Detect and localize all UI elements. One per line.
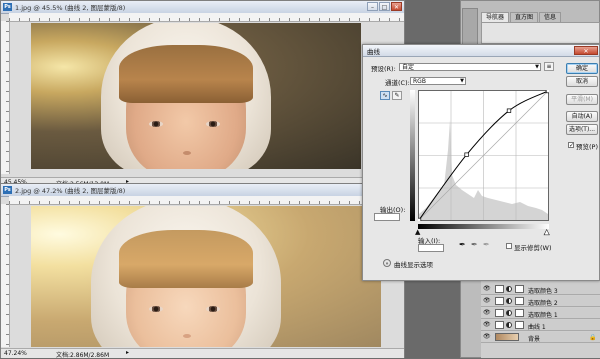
lock-icon: 🔒 (589, 334, 597, 341)
channel-select[interactable]: RGB ▼ (410, 77, 466, 85)
cancel-button[interactable]: 取消 (566, 76, 598, 87)
layer-mask-thumb (515, 297, 524, 305)
layer-name: 选取颜色 3 (528, 288, 558, 295)
vertical-ruler (1, 21, 10, 174)
layer-name: 选取颜色 1 (528, 312, 558, 319)
white-eyedropper-icon[interactable]: ✒ (483, 240, 490, 249)
smooth-button[interactable]: 平滑(M) (566, 94, 598, 105)
adjustment-icon (506, 322, 512, 328)
curve-graph[interactable] (418, 90, 549, 221)
layer-thumb (495, 297, 504, 305)
layer-name: 背景 (528, 336, 541, 343)
maximize-icon[interactable]: □ (379, 2, 390, 11)
horizontal-ruler (9, 196, 404, 205)
bangs (119, 45, 253, 103)
visibility-eye-icon[interactable]: 👁 (483, 286, 491, 292)
preview-label: 预览(P) (576, 143, 598, 151)
preset-options-icon[interactable]: ≡ (544, 62, 554, 71)
document-2-title: 2.jpg @ 47.2% (曲线 2, 图层蒙版/8) (15, 187, 126, 195)
status-menu-arrow-icon[interactable]: ▸ (126, 349, 129, 356)
document-1-photo[interactable] (31, 23, 361, 169)
navigator-panel (481, 22, 600, 44)
layer-row[interactable]: 👁 曲线 1 (481, 320, 600, 331)
visibility-eye-icon[interactable]: 👁 (483, 322, 491, 328)
document-2-statusbar: 47.24% 文档:2.86M/2.86M ▸ (1, 348, 404, 359)
eye-left (149, 306, 163, 312)
layer-thumb (495, 333, 519, 341)
adjustment-icon (506, 310, 512, 316)
eye-right (206, 306, 220, 312)
photoshop-icon: Ps (3, 3, 12, 11)
document-window-2[interactable]: Ps 2.jpg @ 47.2% (曲线 2, 图层蒙版/8) 47.24% 文… (0, 183, 405, 359)
layer-row[interactable]: 👁 选取颜色 3 (481, 284, 600, 295)
preview-checkbox[interactable]: ✓ (568, 142, 574, 149)
layer-name: 选取颜色 2 (528, 300, 558, 307)
white-point-slider-icon[interactable]: ▲ (544, 228, 550, 237)
pencil-tool-icon[interactable]: ✎ (392, 91, 402, 100)
vertical-ruler (1, 204, 10, 347)
input-gradient (418, 224, 549, 229)
preset-value: 自定 (402, 64, 415, 71)
horizontal-ruler (9, 13, 404, 22)
layer-thumb (495, 285, 504, 293)
bangs (119, 230, 253, 288)
auto-button[interactable]: 自动(A) (566, 111, 598, 122)
layer-mask-thumb (515, 285, 524, 293)
document-1-title: 1.jpg @ 45.5% (曲线 2, 图层蒙版/8) (15, 4, 126, 12)
show-clipping-label: 显示修剪(W) (514, 244, 552, 252)
curves-dialog-titlebar[interactable]: 曲线 ✕ (363, 45, 599, 57)
minimize-icon[interactable]: – (367, 2, 378, 11)
close-icon[interactable]: ✕ (391, 2, 402, 11)
input-value[interactable] (418, 244, 444, 252)
channel-label: 通道(C): (385, 79, 410, 87)
curve-control-point[interactable] (545, 90, 549, 94)
channel-value: RGB (413, 78, 426, 85)
layer-mask-thumb (515, 321, 524, 329)
visibility-eye-icon[interactable]: 👁 (483, 298, 491, 304)
chevron-down-icon: ▼ (535, 64, 539, 70)
options-button[interactable]: 选项(T)... (566, 124, 598, 135)
layer-thumb (495, 321, 504, 329)
adjustment-icon (506, 286, 512, 292)
output-value[interactable] (374, 213, 400, 221)
eye-right (206, 121, 220, 127)
chevron-down-icon: ▼ (460, 78, 464, 84)
layer-row[interactable]: 👁 选取颜色 1 (481, 308, 600, 319)
document-window-1[interactable]: Ps 1.jpg @ 45.5% (曲线 2, 图层蒙版/8) – □ ✕ 45… (0, 0, 405, 188)
curve-display-options[interactable]: 曲线显示选项 (394, 259, 433, 269)
document-2-photo[interactable] (31, 206, 381, 347)
show-clipping-checkbox[interactable] (506, 243, 512, 249)
curve-control-point[interactable] (464, 152, 469, 157)
eye-left (149, 121, 163, 127)
layer-thumb (495, 309, 504, 317)
layer-row[interactable]: 👁 背景 🔒 (481, 332, 600, 343)
preset-label: 预设(R): (371, 65, 396, 73)
ok-button[interactable]: 确定 (566, 63, 598, 74)
nose (183, 334, 191, 338)
preset-select[interactable]: 自定 ▼ (399, 63, 541, 71)
visibility-eye-icon[interactable]: 👁 (483, 310, 491, 316)
curve-control-point[interactable] (506, 108, 512, 113)
gray-eyedropper-icon[interactable]: ✒ (471, 240, 478, 249)
expand-options-icon[interactable]: » (383, 259, 391, 267)
curve-edit-tool-icon[interactable]: ∿ (380, 91, 390, 100)
layer-name: 曲线 1 (528, 324, 546, 331)
nose (183, 151, 191, 155)
adjustment-icon (506, 298, 512, 304)
curve-control-point[interactable] (418, 217, 422, 221)
zoom-level[interactable]: 47.24% (4, 350, 27, 357)
photoshop-icon: Ps (3, 186, 12, 194)
visibility-eye-icon[interactable]: 👁 (483, 334, 491, 340)
curves-dialog[interactable]: 曲线 ✕ 预设(R): 自定 ▼ ≡ 通道(C): RGB ▼ ∿ ✎ ▲ ▲ … (362, 44, 600, 281)
black-eyedropper-icon[interactable]: ✒ (459, 240, 466, 249)
output-gradient (410, 90, 415, 221)
close-icon[interactable]: ✕ (574, 46, 598, 55)
layer-mask-thumb (515, 309, 524, 317)
layer-row[interactable]: 👁 选取颜色 2 (481, 296, 600, 307)
curves-dialog-title: 曲线 (367, 48, 380, 56)
